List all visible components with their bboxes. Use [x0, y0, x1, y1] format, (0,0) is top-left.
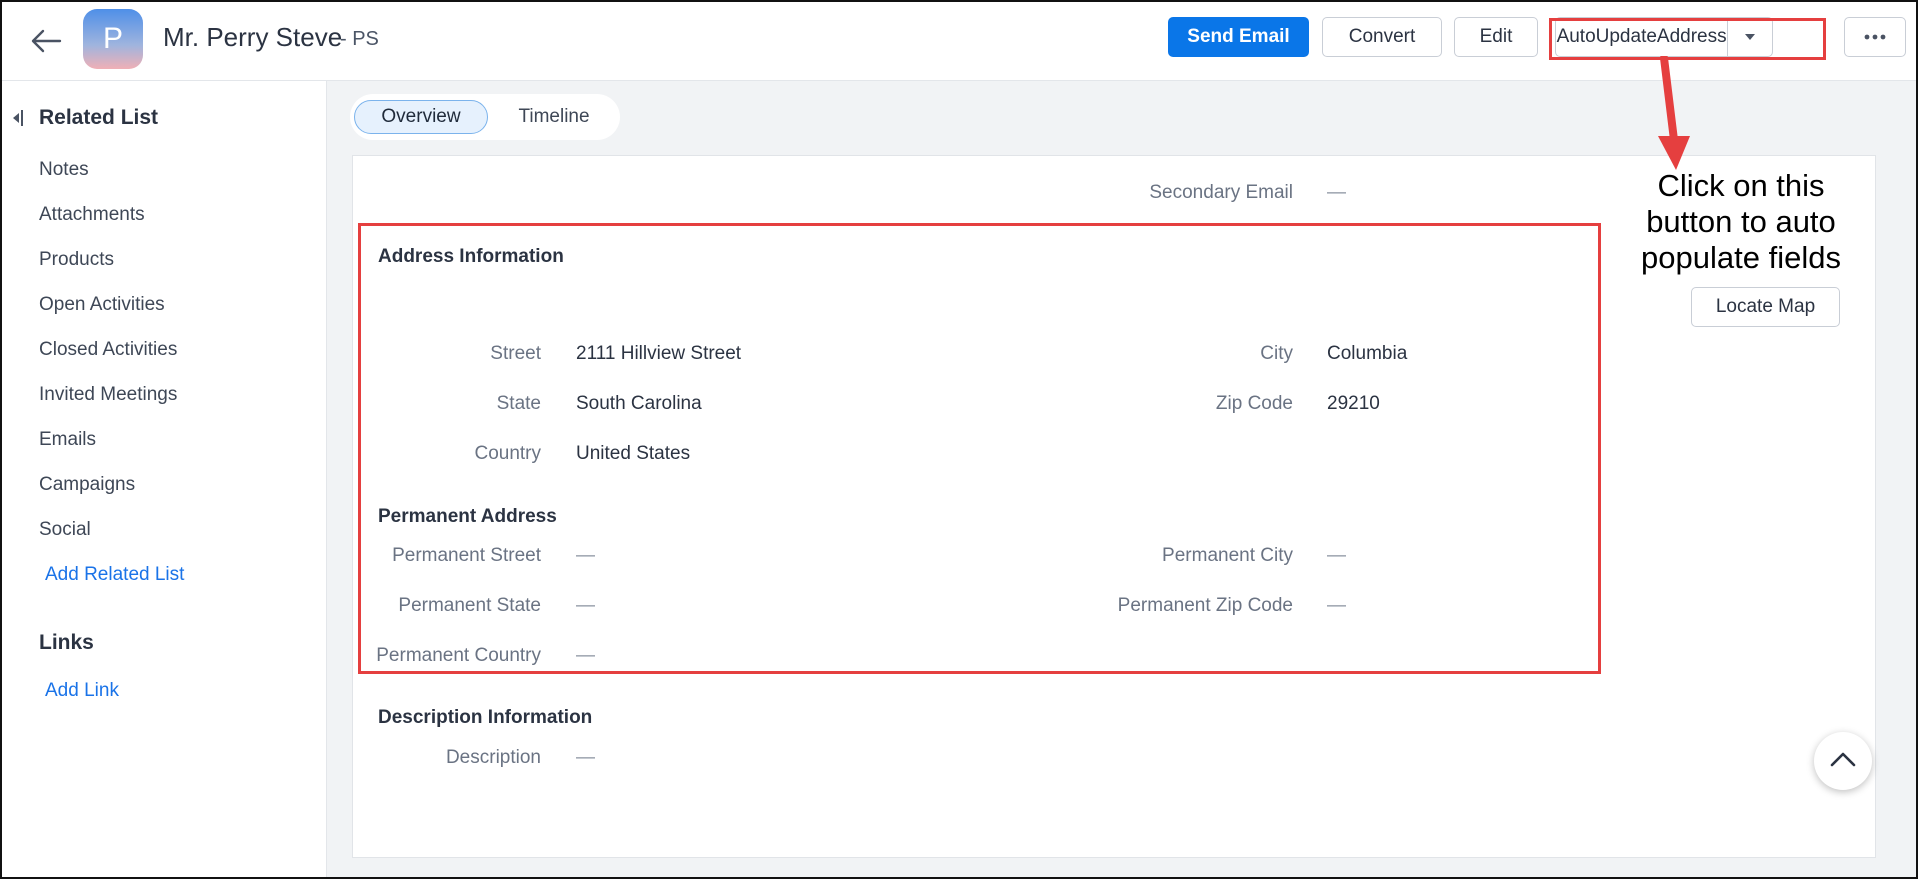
- permanent-city-label: Permanent City: [1162, 545, 1293, 566]
- permanent-address-heading: Permanent Address: [378, 506, 557, 527]
- add-related-list-link[interactable]: Add Related List: [45, 564, 184, 586]
- permanent-street-label: Permanent Street: [392, 545, 541, 566]
- sidebar-item-attachments[interactable]: Attachments: [39, 204, 145, 226]
- sidebar-item-products[interactable]: Products: [39, 249, 114, 271]
- state-label: State: [496, 393, 541, 414]
- permanent-state-value: —: [576, 595, 595, 616]
- sidebar-item-notes[interactable]: Notes: [39, 159, 89, 181]
- zip-code-label: Zip Code: [1215, 393, 1293, 414]
- street-label: Street: [490, 343, 541, 364]
- sidebar: Related List Notes Attachments Products …: [2, 81, 327, 877]
- annotation-arrow: [1658, 56, 1690, 170]
- permanent-city-value: —: [1327, 545, 1346, 566]
- permanent-country-label: Permanent Country: [376, 645, 541, 666]
- city-value: Columbia: [1327, 343, 1408, 364]
- secondary-email-label: Secondary Email: [1149, 182, 1293, 203]
- send-email-button[interactable]: Send Email: [1168, 17, 1309, 57]
- street-value: 2111 Hillview Street: [576, 343, 742, 364]
- city-label: City: [1260, 343, 1293, 364]
- tab-bar: Overview Timeline: [350, 94, 620, 140]
- scroll-to-top-button[interactable]: [1814, 732, 1872, 790]
- annotation-text: Click on this button to auto populate fi…: [1636, 168, 1846, 276]
- zip-code-value: 29210: [1327, 393, 1380, 414]
- more-horizontal-icon[interactable]: [1844, 17, 1906, 57]
- country-value: United States: [576, 443, 691, 464]
- collapse-icon[interactable]: [12, 108, 24, 133]
- state-value: South Carolina: [576, 393, 702, 414]
- permanent-state-label: Permanent State: [398, 595, 541, 616]
- edit-button[interactable]: Edit: [1454, 17, 1538, 57]
- country-label: Country: [474, 443, 541, 464]
- highlight-auto-update: [1549, 18, 1826, 60]
- annotation-line-2: button to auto: [1646, 204, 1836, 239]
- sidebar-item-campaigns[interactable]: Campaigns: [39, 474, 135, 496]
- sidebar-item-closed-activities[interactable]: Closed Activities: [39, 339, 177, 361]
- annotation-line-3: populate fields: [1641, 240, 1841, 275]
- description-information-heading: Description Information: [378, 707, 593, 728]
- record-short-name: - PS: [340, 28, 379, 50]
- address-information-heading: Address Information: [378, 246, 564, 267]
- tab-timeline[interactable]: Timeline: [492, 100, 616, 134]
- sidebar-item-invited-meetings[interactable]: Invited Meetings: [39, 384, 177, 406]
- highlight-address-section: [358, 223, 1601, 674]
- sidebar-item-social[interactable]: Social: [39, 519, 91, 541]
- arrow-left-icon[interactable]: [30, 28, 62, 54]
- related-list-title: Related List: [39, 106, 159, 129]
- sidebar-item-emails[interactable]: Emails: [39, 429, 96, 451]
- tab-overview[interactable]: Overview: [354, 100, 488, 134]
- permanent-zip-code-label: Permanent Zip Code: [1117, 595, 1293, 616]
- links-title: Links: [39, 631, 94, 654]
- description-value: —: [576, 747, 595, 768]
- description-label: Description: [445, 747, 541, 768]
- record-name: Mr. Perry Steve: [163, 22, 343, 52]
- avatar: P: [83, 9, 143, 69]
- add-link-link[interactable]: Add Link: [45, 680, 119, 702]
- secondary-email-value: —: [1327, 182, 1346, 203]
- permanent-country-value: —: [576, 645, 595, 666]
- sidebar-item-open-activities[interactable]: Open Activities: [39, 294, 165, 316]
- permanent-street-value: —: [576, 545, 595, 566]
- permanent-zip-code-value: —: [1327, 595, 1346, 616]
- chevron-up-icon: [1830, 751, 1856, 772]
- locate-map-button[interactable]: Locate Map: [1691, 287, 1840, 327]
- convert-button[interactable]: Convert: [1322, 17, 1442, 57]
- annotation-line-1: Click on this: [1657, 168, 1825, 203]
